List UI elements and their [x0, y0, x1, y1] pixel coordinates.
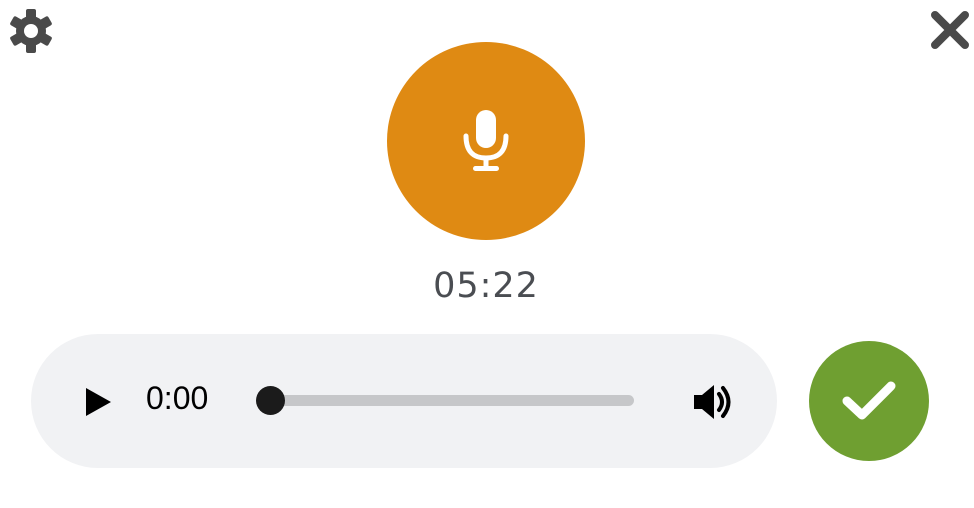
- progress-slider[interactable]: [256, 386, 634, 415]
- settings-button[interactable]: [6, 6, 56, 56]
- play-icon: [86, 388, 111, 416]
- confirm-button[interactable]: [809, 341, 929, 461]
- close-icon: [931, 11, 969, 49]
- gear-icon: [10, 9, 52, 53]
- close-button[interactable]: [929, 9, 971, 51]
- record-button[interactable]: [387, 42, 585, 240]
- current-time: 0:00: [146, 380, 209, 416]
- recording-timer: 05:22: [433, 266, 539, 306]
- check-icon: [842, 381, 896, 420]
- play-button[interactable]: [82, 385, 114, 419]
- microphone-icon: [463, 110, 509, 171]
- volume-button[interactable]: [690, 380, 736, 424]
- progress-thumb[interactable]: [256, 386, 285, 415]
- volume-icon: [694, 385, 731, 419]
